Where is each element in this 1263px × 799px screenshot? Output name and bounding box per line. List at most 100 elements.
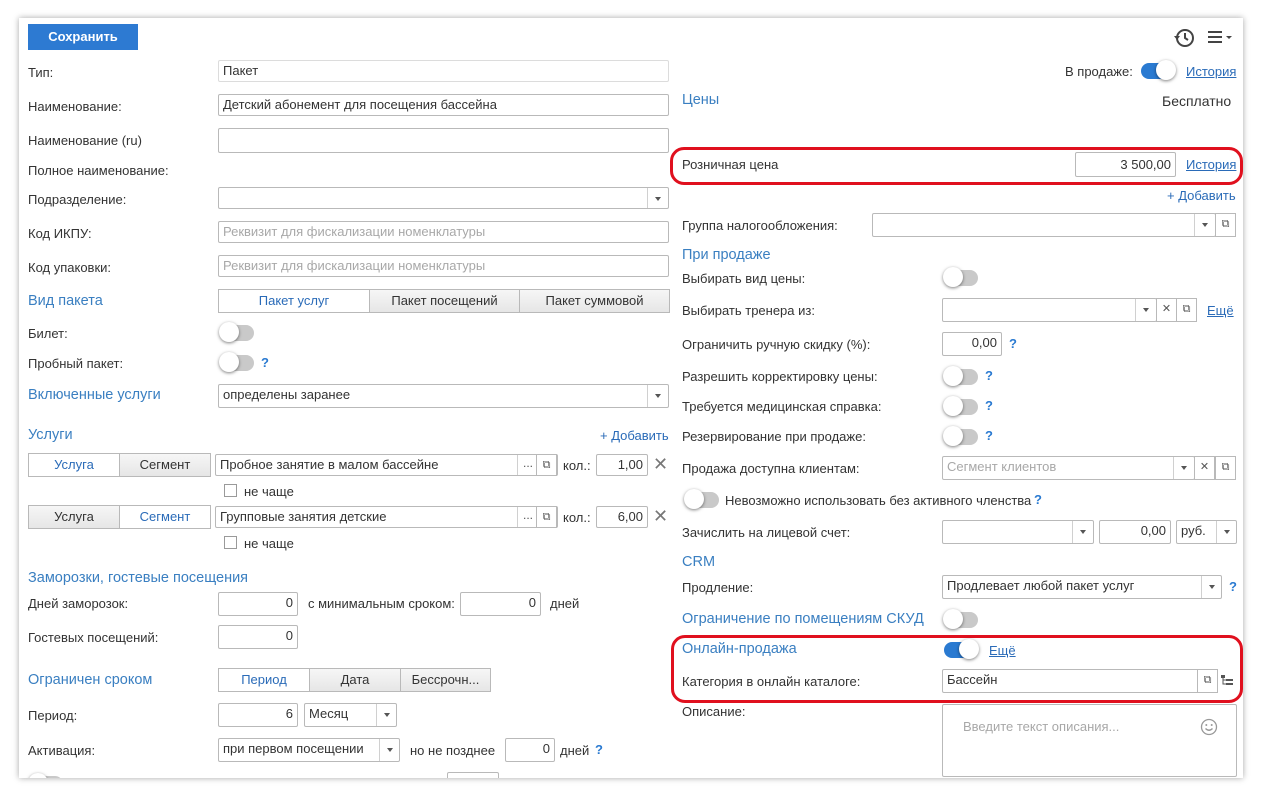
remove-icon[interactable]: ✕	[653, 506, 668, 527]
menu-icon[interactable]	[1208, 29, 1234, 45]
package-kind-section: Вид пакета	[28, 293, 103, 309]
skud-toggle[interactable]	[943, 609, 978, 629]
mode-segment[interactable]: Сегмент	[119, 505, 211, 529]
account-amount-field[interactable]: 0,00	[1099, 520, 1171, 544]
add-service-link[interactable]: + Добавить	[600, 428, 669, 443]
help-icon[interactable]: ?	[595, 742, 603, 757]
open-icon[interactable]: ⧉	[1197, 669, 1218, 693]
help-icon[interactable]: ?	[1034, 492, 1042, 507]
help-icon[interactable]: ?	[1009, 336, 1017, 351]
limited-period[interactable]: Период	[218, 668, 310, 692]
trial-toggle[interactable]	[219, 352, 254, 372]
chevron-down-icon[interactable]	[1173, 457, 1194, 479]
retail-price-history-link[interactable]: История	[1186, 157, 1236, 172]
min-term-field[interactable]: 0	[460, 592, 541, 616]
online-more-link[interactable]: Ещё	[989, 643, 1016, 658]
help-icon[interactable]: ?	[261, 355, 269, 370]
clients-select[interactable]: Сегмент клиентов	[942, 456, 1195, 480]
chevron-down-icon[interactable]	[1201, 576, 1222, 598]
qty-field[interactable]: 6,00	[596, 506, 648, 528]
period-field[interactable]: 6	[218, 703, 298, 727]
med-cert-toggle[interactable]	[943, 396, 978, 416]
chevron-down-icon[interactable]	[379, 739, 400, 761]
select-dots-icon[interactable]: ...	[517, 455, 538, 475]
not-later-days-label: дней	[560, 743, 590, 758]
freeze-days-field[interactable]: 0	[218, 592, 298, 616]
membership-toggle[interactable]	[684, 489, 719, 509]
chevron-down-icon[interactable]	[1072, 521, 1093, 543]
open-icon[interactable]: ⧉	[1215, 213, 1236, 237]
mode-segment[interactable]: Сегмент	[119, 453, 211, 477]
manual-discount-field[interactable]: 0,00	[942, 332, 1002, 356]
qty-field[interactable]: 1,00	[596, 454, 648, 476]
mode-service[interactable]: Услуга	[28, 505, 120, 529]
service-name-field[interactable]: Пробное занятие в малом бассейне	[215, 454, 558, 476]
extra-toggle[interactable]	[28, 773, 63, 778]
included-select[interactable]: определены заранее	[218, 384, 669, 408]
catalog-field[interactable]: Бассейн	[942, 669, 1218, 693]
not-more-checkbox[interactable]	[224, 536, 237, 549]
chevron-down-icon[interactable]	[376, 704, 397, 726]
tree-icon[interactable]	[1220, 674, 1234, 688]
service-name-field[interactable]: Групповые занятия детские	[215, 506, 558, 528]
remove-icon[interactable]: ✕	[653, 454, 668, 475]
trainer-more-link[interactable]: Ещё	[1207, 303, 1234, 318]
account-select[interactable]	[942, 520, 1094, 544]
on-sale-history-link[interactable]: История	[1186, 64, 1236, 79]
help-icon[interactable]: ?	[985, 398, 993, 413]
select-dots-icon[interactable]: ...	[517, 507, 538, 527]
limited-date[interactable]: Дата	[309, 668, 401, 692]
reserve-toggle[interactable]	[943, 426, 978, 446]
history-icon[interactable]	[1173, 27, 1195, 49]
help-icon[interactable]: ?	[1229, 579, 1237, 594]
package-kind-sum[interactable]: Пакет суммовой	[519, 289, 670, 313]
choose-trainer-select[interactable]	[942, 298, 1157, 322]
online-sale-toggle[interactable]	[944, 639, 979, 659]
choose-price-toggle[interactable]	[943, 267, 978, 287]
on-sale-section: При продаже	[682, 247, 771, 263]
package-kind-switch: Пакет услуг Пакет посещений Пакет суммов…	[218, 289, 670, 313]
emoji-icon[interactable]	[1200, 718, 1218, 736]
included-section: Включенные услуги	[28, 387, 161, 403]
division-select[interactable]	[218, 187, 669, 209]
ikpu-field[interactable]: Реквизит для фискализации номенклатуры	[218, 221, 669, 243]
activation-select[interactable]: при первом посещении	[218, 738, 400, 762]
clear-icon[interactable]: ✕	[1194, 456, 1215, 480]
name-ru-field[interactable]	[218, 128, 669, 153]
limited-unlimited[interactable]: Бессрочн...	[400, 668, 491, 692]
open-icon[interactable]: ⧉	[536, 454, 557, 476]
save-button[interactable]: Сохранить	[28, 24, 138, 50]
help-icon[interactable]: ?	[985, 368, 993, 383]
open-icon[interactable]: ⧉	[1215, 456, 1236, 480]
not-later-field[interactable]: 0	[505, 738, 555, 762]
chevron-down-icon[interactable]	[1216, 521, 1237, 543]
open-icon[interactable]: ⧉	[536, 506, 557, 528]
description-label: Описание:	[682, 704, 746, 719]
chevron-down-icon[interactable]	[1135, 299, 1156, 321]
activation-label: Активация:	[28, 743, 96, 758]
ticket-toggle[interactable]	[219, 322, 254, 342]
clear-icon[interactable]: ✕	[1156, 298, 1177, 322]
name-ru-label: Наименование (ru)	[28, 133, 142, 148]
mode-service[interactable]: Услуга	[28, 453, 120, 477]
chevron-down-icon[interactable]	[647, 188, 668, 208]
tax-group-select[interactable]	[872, 213, 1216, 237]
description-field[interactable]: Введите текст описания...	[942, 704, 1237, 777]
retail-price-field[interactable]: 3 500,00	[1075, 152, 1176, 177]
pack-code-field[interactable]: Реквизит для фискализации номенклатуры	[218, 255, 669, 277]
guest-field[interactable]: 0	[218, 625, 298, 649]
help-icon[interactable]: ?	[985, 428, 993, 443]
package-kind-services[interactable]: Пакет услуг	[218, 289, 370, 313]
extra-field[interactable]	[447, 772, 499, 778]
renewal-select[interactable]: Продлевает любой пакет услуг	[942, 575, 1222, 599]
not-more-checkbox[interactable]	[224, 484, 237, 497]
on-sale-toggle[interactable]	[1141, 60, 1176, 80]
chevron-down-icon[interactable]	[647, 385, 668, 407]
add-price-link[interactable]: + Добавить	[1167, 188, 1236, 203]
freeze-section: Заморозки, гостевые посещения	[28, 570, 249, 586]
name-field[interactable]: Детский абонемент для посещения бассейна	[218, 94, 669, 116]
open-icon[interactable]: ⧉	[1176, 298, 1197, 322]
price-adjust-toggle[interactable]	[943, 366, 978, 386]
chevron-down-icon[interactable]	[1194, 214, 1215, 236]
package-kind-visits[interactable]: Пакет посещений	[369, 289, 520, 313]
